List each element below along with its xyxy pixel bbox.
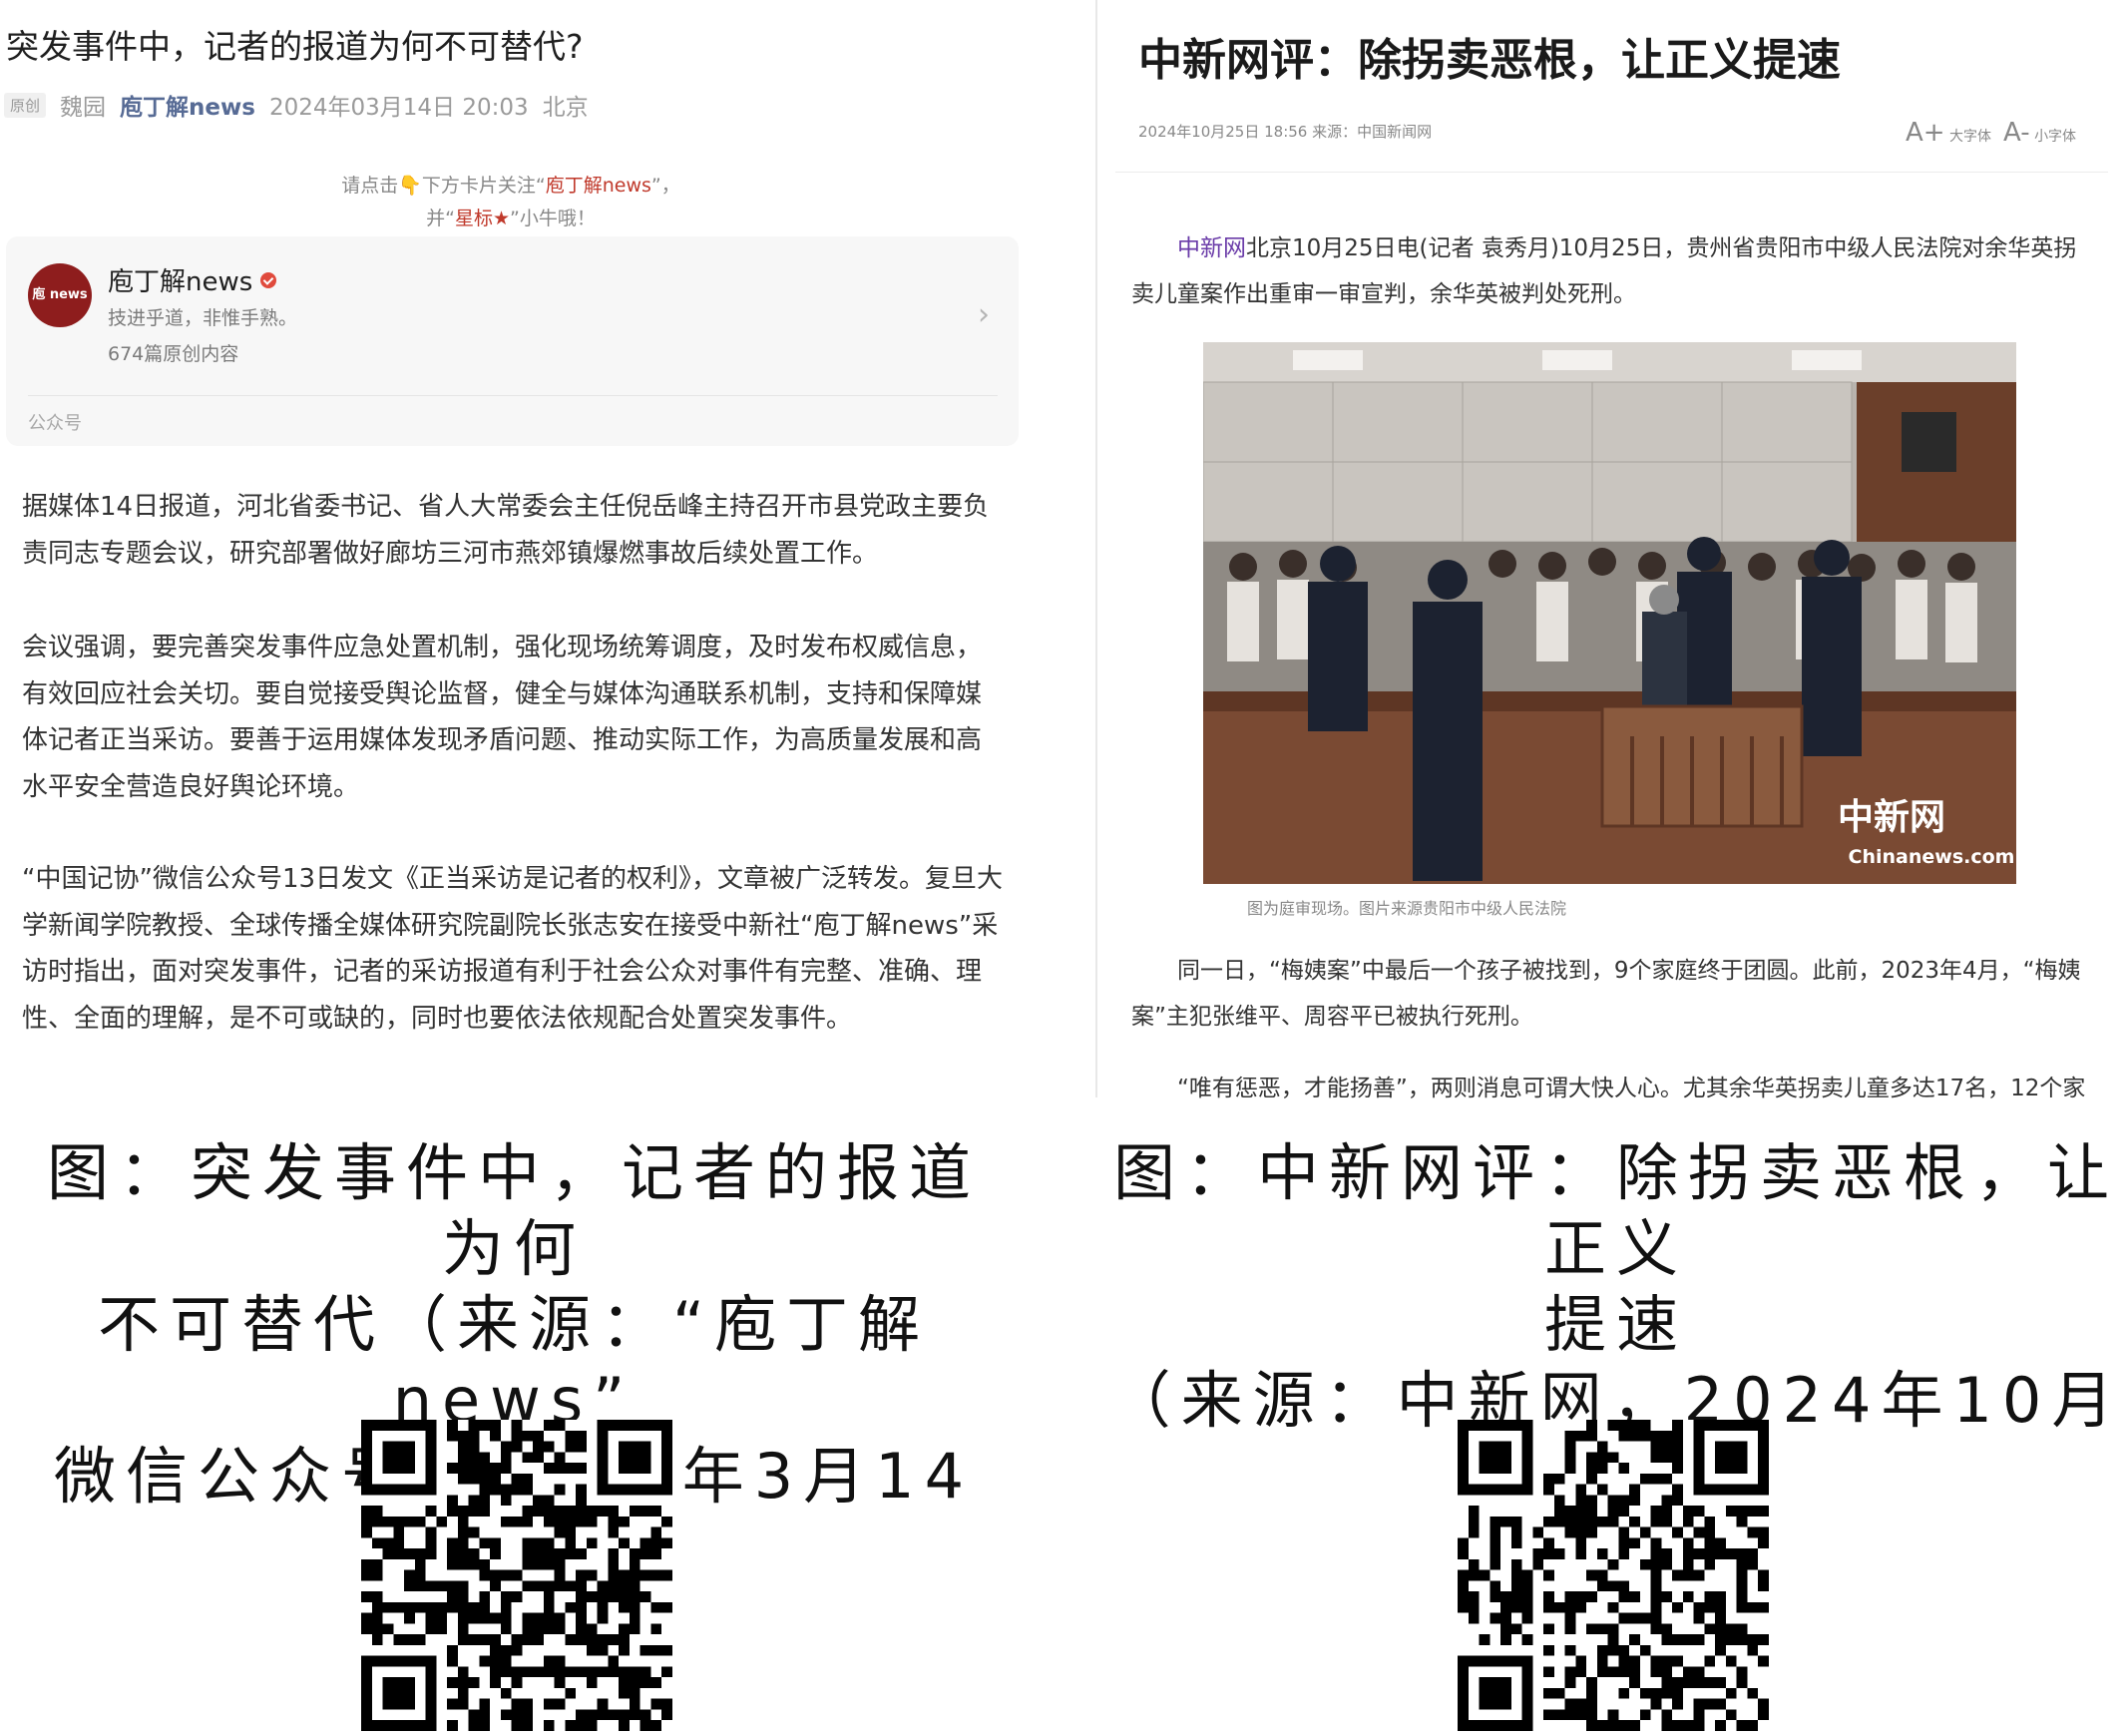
follow-notice-line2: 并“星标★”小牛哦！ xyxy=(426,208,596,229)
account-card-slogan: 技进乎道，非惟手熟。 xyxy=(108,307,298,329)
right-article-title: 中新网评：除拐卖恶根，让正义提速 xyxy=(1138,35,1841,86)
chevron-right-icon[interactable]: › xyxy=(978,297,990,332)
left-paragraph-3: “中国记协”微信公众号13日发文《正当采访是记者的权利》，文章被广泛转发。复旦大… xyxy=(22,864,1004,1034)
card-divider xyxy=(28,395,998,396)
verified-icon xyxy=(260,271,277,288)
photo-watermark-cn: 中新网 xyxy=(1838,796,1945,838)
account-card-count: 674篇原创内容 xyxy=(108,343,239,365)
font-larger-icon: A+ xyxy=(1906,118,1945,148)
original-badge: 原创 xyxy=(4,92,47,118)
follow-notice-line1: 请点击👇下方卡片关注“庖丁解news”， xyxy=(341,175,680,197)
left-paragraph-1: 据媒体14日报道，河北省委书记、省人大常委会主任倪岳峰主持召开市县党政主要负责同… xyxy=(22,492,990,569)
right-lead-paragraph: 中新网北京10月25日电(记者 袁秀月)10月25日，贵州省贵阳市中级人民法院对… xyxy=(1131,235,2077,307)
right-paragraph-3: “唯有惩恶，才能扬善”，两则消息可谓大快人心。尤其余华英拐卖儿童多达17名，12… xyxy=(1177,1076,2086,1101)
account-link[interactable]: 庖丁解news xyxy=(120,88,255,122)
font-smaller-button[interactable]: A- 小字体 xyxy=(2003,118,2076,148)
left-article-meta: 原创 魏园 庖丁解news 2024年03月14日 20:03 北京 xyxy=(4,88,589,122)
account-card-name: 庖丁解news xyxy=(108,261,277,298)
courtroom-photo: 中新网 Chinanews.com xyxy=(1203,342,2016,884)
article-location: 北京 xyxy=(542,95,589,121)
right-article-meta: 2024年10月25日 18:56 来源：中国新闻网 xyxy=(1138,123,1433,141)
header-rule xyxy=(1115,172,2108,173)
account-logo: 庖 news xyxy=(28,263,92,327)
source-link[interactable]: 中新网 xyxy=(1177,235,1246,261)
right-paragraph-2: 同一日，“梅姨案”中最后一个孩子被找到，9个家庭终于团圆。此前，2023年4月，… xyxy=(1131,958,2081,1030)
photo-caption: 图为庭审现场。图片来源贵阳市中级人民法院 xyxy=(1247,899,1567,918)
left-qr-code[interactable] xyxy=(361,1420,672,1731)
right-qr-code[interactable] xyxy=(1458,1420,1769,1731)
account-card-type: 公众号 xyxy=(28,413,82,434)
font-larger-button[interactable]: A+ 大字体 xyxy=(1906,118,1991,148)
font-smaller-icon: A- xyxy=(2003,118,2030,148)
left-article-title: 突发事件中，记者的报道为何不可替代? xyxy=(6,27,584,66)
left-paragraph-2: 会议强调，要完善突发事件应急处置机制，强化现场统筹调度，及时发布权威信息，有效回… xyxy=(22,633,983,802)
article-datetime: 2024年03月14日 20:03 xyxy=(268,95,529,121)
screenshot-edge xyxy=(1095,0,1097,1097)
article-author: 魏园 xyxy=(60,95,107,121)
photo-watermark-en: Chinanews.com xyxy=(1849,846,2015,868)
